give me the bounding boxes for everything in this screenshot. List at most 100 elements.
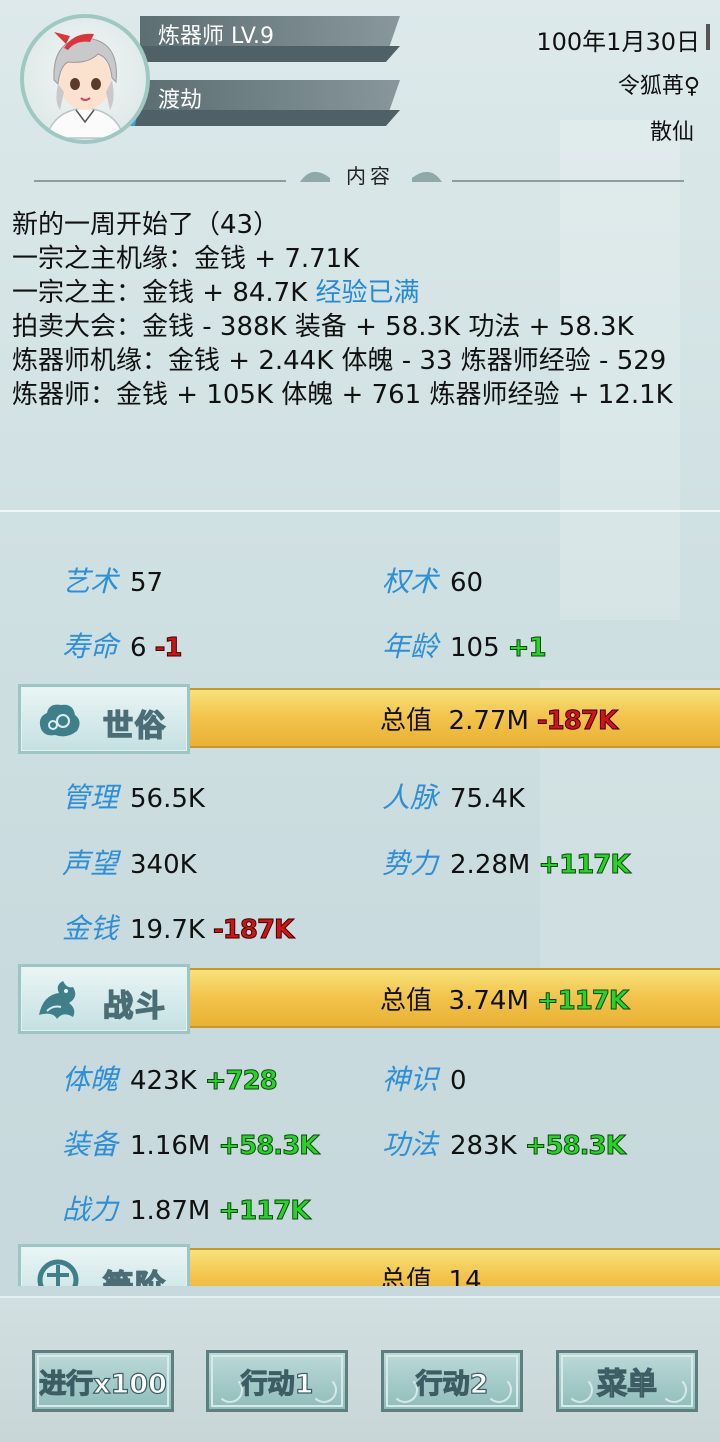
mountain-ornament-icon (300, 171, 330, 182)
proceed-x100-button[interactable]: 进行x100 (32, 1350, 174, 1412)
stat-delta: -187K (212, 915, 294, 946)
stat-physique: 体魄 423K +728 (62, 1058, 278, 1098)
combat-total: 总值 3.74M +117K (380, 980, 630, 1017)
log-entry: 拍卖大会：金钱 - 388K 装备 + 58.3K 功法 + 58.3K (12, 312, 634, 342)
secular-section-tab[interactable]: 世俗 (18, 684, 190, 754)
stat-delta: +58.3K (218, 1131, 320, 1162)
rank-section-clip: 等阶 总值 14 (0, 1240, 720, 1286)
combat-section-tab[interactable]: 战斗 (18, 964, 190, 1034)
stat-combat-power: 战力 1.87M +117K (62, 1188, 311, 1228)
total-label: 总值 (380, 986, 433, 1016)
stat-value: 6 (130, 633, 147, 663)
exp-full-notice: 经验已满 (315, 278, 420, 308)
section-name: 战斗 (102, 988, 167, 1025)
log-separator (0, 510, 720, 512)
stat-delta: +1 (507, 633, 547, 664)
stat-label: 功法 (382, 1128, 439, 1161)
stat-value: 57 (130, 568, 164, 598)
stat-age: 年龄 105 +1 (382, 625, 547, 665)
realm-name: 渡劫 (158, 88, 203, 113)
stat-value: 2.28M (450, 850, 531, 880)
total-value: 2.77M (448, 706, 529, 736)
stat-label: 声望 (62, 847, 119, 880)
character-name: 令狐苒♀ (617, 74, 700, 99)
rank-emblem-icon (37, 1259, 79, 1286)
stat-label: 金钱 (62, 912, 119, 945)
stat-value: 75.4K (450, 784, 525, 814)
portrait-avatar[interactable] (20, 14, 150, 144)
section-name: 等阶 (102, 1261, 167, 1286)
content-section-title: 内容 (346, 164, 394, 188)
mountain-ornament-icon (412, 171, 442, 182)
action2-button[interactable]: 行动2 (381, 1350, 523, 1412)
total-delta: +117K (536, 986, 629, 1017)
swirl-ornament-icon (486, 1377, 512, 1403)
stat-label: 人脉 (382, 781, 439, 814)
character-rank: 散仙 (649, 120, 694, 145)
stat-management: 管理 56.5K (62, 776, 205, 816)
swirl-ornament-icon (217, 1377, 243, 1403)
button-label: 进行x100 (39, 1368, 168, 1400)
section-name: 世俗 (102, 708, 167, 745)
divider-right-line (452, 180, 684, 182)
stat-spirit: 神识 0 (382, 1058, 467, 1098)
stat-lifespan: 寿命 6 -1 (62, 625, 183, 665)
total-value: 14 (448, 1266, 482, 1286)
stat-value: 340K (130, 850, 197, 880)
portrait-avatar-image (45, 32, 125, 139)
stat-value: 56.5K (130, 784, 205, 814)
dragon-emblem-icon (39, 981, 76, 1019)
stat-delta: -1 (154, 633, 183, 664)
action1-button[interactable]: 行动1 (206, 1350, 348, 1412)
log-entry: 一宗之主机缘：金钱 + 7.71K (12, 244, 360, 274)
button-label: 菜单 (596, 1366, 657, 1402)
log-entry: 炼器师机缘：金钱 + 2.44K 体魄 - 33 炼器师经验 - 529 (12, 346, 667, 376)
total-delta: -187K (536, 706, 618, 737)
stat-label: 权术 (382, 565, 439, 598)
log-entry: 炼器师：金钱 + 105K 体魄 + 761 炼器师经验 + 12.1K (12, 380, 673, 410)
stat-label: 势力 (382, 847, 439, 880)
stat-value: 0 (450, 1066, 467, 1096)
log-entry: 新的一周开始了（43） (12, 210, 280, 240)
menu-button[interactable]: 菜单 (556, 1350, 698, 1412)
stat-label: 管理 (62, 781, 119, 814)
button-label: 行动2 (415, 1368, 489, 1400)
stat-value: 60 (450, 568, 484, 598)
swirl-ornament-icon (392, 1377, 418, 1403)
total-value: 3.74M (448, 986, 529, 1016)
swirl-ornament-icon (311, 1377, 337, 1403)
rank-total: 总值 14 (380, 1260, 482, 1286)
stat-label: 寿命 (62, 630, 119, 663)
swirl-ornament-icon (661, 1377, 687, 1403)
log-entry: 一宗之主：金钱 + 84.7K 经验已满 (12, 276, 712, 310)
date-marker (706, 24, 710, 50)
stat-value: 1.16M (130, 1131, 211, 1161)
stat-label: 艺术 (62, 565, 119, 598)
event-log: 新的一周开始了（43） 一宗之主机缘：金钱 + 7.71K 一宗之主：金钱 + … (12, 208, 712, 412)
stat-value: 105 (450, 633, 500, 663)
stat-label: 年龄 (382, 630, 439, 663)
stat-label: 装备 (62, 1128, 119, 1161)
stat-reputation: 声望 340K (62, 842, 197, 882)
stat-delta: +117K (538, 850, 631, 881)
stat-delta: +117K (218, 1196, 311, 1227)
divider-left-line (34, 180, 286, 182)
button-label: 行动1 (240, 1368, 314, 1400)
stat-value: 1.87M (130, 1196, 211, 1226)
stat-delta: +58.3K (524, 1131, 626, 1162)
stat-technique: 功法 283K +58.3K (382, 1123, 626, 1163)
rank-section-tab[interactable]: 等阶 (18, 1244, 190, 1286)
secular-total: 总值 2.77M -187K (380, 700, 619, 737)
cloud-emblem-icon (39, 704, 80, 737)
stat-label: 神识 (382, 1063, 439, 1096)
swirl-ornament-icon (567, 1377, 593, 1403)
stat-money: 金钱 19.7K -187K (62, 907, 295, 947)
profession-level: 炼器师 LV.9 (158, 24, 275, 49)
game-date: 100年1月30日 (536, 28, 700, 56)
total-label: 总值 (380, 1266, 433, 1286)
stat-label: 体魄 (62, 1063, 119, 1096)
stat-value: 19.7K (130, 915, 205, 945)
stat-network: 人脉 75.4K (382, 776, 525, 816)
stat-power: 势力 2.28M +117K (382, 842, 631, 882)
stat-delta: +728 (204, 1066, 278, 1097)
